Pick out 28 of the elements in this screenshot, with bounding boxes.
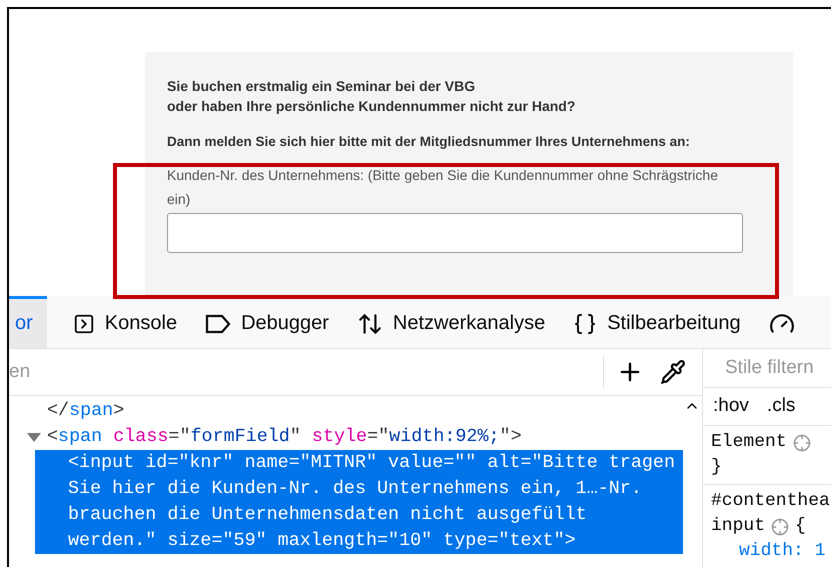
field-label: Kunden-Nr. des Unternehmens: (Bitte geben Sie die Kundennummer ohne Schrägstriche ein) <box>167 166 719 209</box>
devtools-tab[interactable]: or <box>9 296 47 348</box>
markup-line[interactable]: </span> <box>35 398 675 424</box>
toggle-button[interactable]: .cls <box>766 395 796 418</box>
devtools-tab[interactable]: Netzwerkanalyse <box>354 296 548 348</box>
crosshair-icon[interactable] <box>792 434 811 452</box>
form-heading: oder haben Ihre persönliche Kundennummer nicht zur Hand? <box>167 97 576 116</box>
style-filter-field[interactable]: Stile filtern <box>725 356 831 379</box>
crosshair-icon[interactable] <box>771 518 790 536</box>
brace: } <box>711 457 722 477</box>
braces-icon <box>573 312 598 336</box>
rule-selector: Element <box>711 431 787 454</box>
customer-number-input[interactable] <box>167 213 743 253</box>
rule-property: width: 1 <box>738 540 825 563</box>
devtools-tab[interactable]: Debugger <box>203 296 331 348</box>
devtools-tab[interactable]: Konsole <box>70 296 180 348</box>
devtools-tab[interactable]: Stilbearbeitung <box>571 296 743 348</box>
toggle-button[interactable]: :hov <box>713 395 749 418</box>
brace: { <box>795 515 806 538</box>
eyedropper-button[interactable] <box>660 359 686 385</box>
console-icon <box>72 312 95 334</box>
markup-line[interactable]: <span class="formField" style="width:92%;"> <box>35 424 675 450</box>
rule-selector: #contenthea <box>711 490 830 513</box>
form-instruction: Dann melden Sie sich hier bitte mit der Mitgliedsnummer Ihres Unternehmens an: <box>167 134 691 149</box>
tag-icon <box>205 314 232 334</box>
form-heading: Sie buchen erstmalig ein Seminar bei der VBG <box>167 77 476 96</box>
rule-selector: input <box>711 515 766 538</box>
markup-search-field[interactable]: en <box>9 352 603 392</box>
